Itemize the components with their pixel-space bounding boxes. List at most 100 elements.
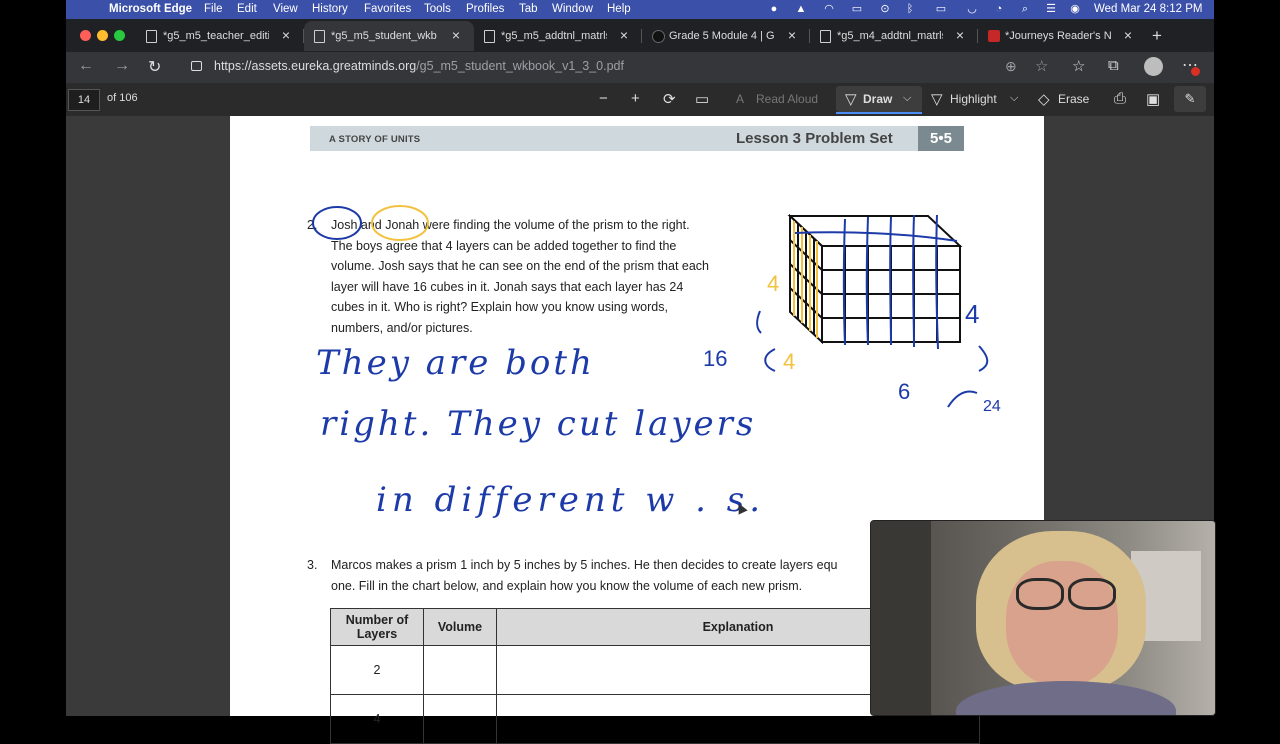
profile-avatar[interactable] <box>1144 57 1163 76</box>
webcam-doorframe <box>871 521 931 715</box>
control-center-icon[interactable]: ☰ <box>1045 3 1057 15</box>
tab-grade5-module4[interactable]: Grade 5 Module 4 | Great × <box>642 21 810 51</box>
close-icon[interactable]: × <box>452 27 460 43</box>
eraser-icon[interactable]: ◇ <box>1038 90 1050 108</box>
menu-tab[interactable]: Tab <box>519 3 538 15</box>
tab-title: *g5_m5_addtnl_matrls_v <box>501 30 607 42</box>
page-total: of 106 <box>107 92 138 104</box>
draw-pen-icon[interactable]: ▽ <box>845 90 857 108</box>
tab-journeys-notes[interactable]: *Journeys Reader's Note × <box>978 21 1146 51</box>
lesson-badge: 5•5 <box>918 126 964 151</box>
search-icon[interactable]: ⌕ <box>1019 3 1031 15</box>
q2-line: cubes in it. Who is right? Explain how y… <box>331 300 668 315</box>
document-icon <box>314 30 325 43</box>
airdrop-icon[interactable]: ◠ <box>823 3 835 15</box>
close-icon[interactable]: × <box>788 27 796 43</box>
new-tab-button[interactable]: + <box>1152 26 1162 46</box>
col-number-of-layers: Number of Layers <box>330 608 424 646</box>
tab-title: Grade 5 Module 4 | Great <box>669 30 775 42</box>
notification-badge <box>1191 67 1200 76</box>
refresh-icon[interactable]: ↻ <box>148 57 161 77</box>
favorites-bar-icon[interactable]: ☆ <box>1072 57 1085 75</box>
screen-mirror-icon[interactable]: ▭ <box>851 3 863 15</box>
menu-window[interactable]: Window <box>552 3 593 15</box>
play-icon[interactable]: ⊙ <box>879 3 891 15</box>
name-circle-annotations <box>312 205 429 241</box>
jonah-circle <box>371 205 429 241</box>
tab-teacher-edition[interactable]: *g5_m5_teacher_edition × <box>136 21 304 51</box>
draw-chevron-down-icon[interactable]: ⌵ <box>903 92 911 105</box>
draw-button[interactable]: Draw <box>863 92 892 106</box>
wifi-icon[interactable]: ◡ <box>966 3 978 15</box>
read-aloud-button[interactable]: Read Aloud <box>756 92 818 106</box>
lesson-header: A STORY OF UNITS Lesson 3 Problem Set 5•… <box>310 126 964 151</box>
url-field[interactable]: https://assets.eureka.greatminds.org/g5_… <box>214 59 624 73</box>
siri-icon[interactable]: ◉ <box>1069 3 1081 15</box>
close-icon[interactable]: × <box>282 27 290 43</box>
tab-addtnl-matrls-m5[interactable]: *g5_m5_addtnl_matrls_v × <box>474 21 642 51</box>
prism-label-bottom-right: 24 <box>983 398 1001 415</box>
rotate-icon[interactable]: ⟳ <box>663 90 676 108</box>
pin-toolbar-icon[interactable]: ✎ <box>1174 86 1206 112</box>
menu-history[interactable]: History <box>312 3 348 15</box>
print-icon[interactable]: ⎙ <box>1114 90 1126 107</box>
document-icon <box>146 30 157 43</box>
menu-tools[interactable]: Tools <box>424 3 451 15</box>
menu-app-name[interactable]: Microsoft Edge <box>109 3 192 15</box>
menu-view[interactable]: View <box>273 3 298 15</box>
zoom-out-icon[interactable]: − <box>599 90 608 107</box>
draw-active-indicator <box>836 112 922 114</box>
favorite-star-icon[interactable]: ☆ <box>1035 57 1048 75</box>
lesson-title: Lesson 3 Problem Set <box>736 130 893 147</box>
menu-profiles[interactable]: Profiles <box>466 3 504 15</box>
document-icon <box>820 30 831 43</box>
close-icon[interactable]: × <box>620 27 628 43</box>
close-icon[interactable]: × <box>1124 27 1132 43</box>
menu-edit[interactable]: Edit <box>237 3 257 15</box>
bluetooth-icon[interactable]: ᛒ <box>904 3 916 15</box>
highlight-button[interactable]: Highlight <box>950 92 997 106</box>
battery-icon[interactable]: ▭ <box>932 3 950 15</box>
prism-label-bottom: 6 <box>898 379 910 404</box>
handwriting-line-1: They are both <box>316 343 595 383</box>
pdf-icon <box>988 30 1000 42</box>
highlight-pen-icon[interactable]: ▽ <box>931 90 943 108</box>
vlc-cone-icon[interactable]: ▲ <box>795 3 807 15</box>
tab-student-wkbook[interactable]: *g5_m5_student_wkbook × <box>304 21 474 51</box>
url-host: https://assets.eureka.greatminds.org <box>214 59 417 73</box>
collections-icon[interactable]: ⧉ <box>1108 57 1119 74</box>
zoom-icon[interactable]: ⊕ <box>1005 58 1017 75</box>
window-close-button[interactable] <box>80 30 91 41</box>
window-minimize-button[interactable] <box>97 30 108 41</box>
table-cell: 4 <box>330 694 424 744</box>
tab-addtnl-matrls-m4[interactable]: *g5_m4_addtnl_matrls_v × <box>810 21 978 51</box>
page-view-icon[interactable]: ▭ <box>695 90 709 108</box>
menubar-clock[interactable]: Wed Mar 24 8:12 PM <box>1094 3 1202 15</box>
menu-favorites[interactable]: Favorites <box>364 3 411 15</box>
save-icon[interactable]: ▣ <box>1146 90 1160 108</box>
q2-line: volume. Josh says that he can see on the… <box>331 259 710 274</box>
close-icon[interactable]: × <box>956 27 964 43</box>
prism-label-left-top: 4 <box>767 271 779 296</box>
zoom-in-icon[interactable]: + <box>631 90 640 107</box>
mac-menubar: Microsoft Edge File Edit View History Fa… <box>66 0 1214 19</box>
webcam-overlay[interactable] <box>870 520 1216 716</box>
tab-bar: *g5_m5_teacher_edition × *g5_m5_student_… <box>66 19 1214 52</box>
read-aloud-icon[interactable]: A <box>736 92 744 106</box>
tab-title: *g5_m5_student_wkbook <box>331 30 437 42</box>
forward-arrow-icon[interactable]: → <box>114 57 130 75</box>
back-arrow-icon[interactable]: ← <box>78 57 94 75</box>
clock-icon[interactable]: ◔ <box>993 3 1005 15</box>
highlight-chevron-down-icon[interactable]: ⌵ <box>1010 92 1018 105</box>
erase-button[interactable]: Erase <box>1058 92 1089 106</box>
menu-file[interactable]: File <box>204 3 223 15</box>
document-icon <box>484 30 495 43</box>
record-status-icon[interactable]: ● <box>768 3 780 15</box>
lock-icon[interactable] <box>191 61 202 71</box>
window-zoom-button[interactable] <box>114 30 125 41</box>
page-number-input[interactable]: 14 <box>68 89 100 111</box>
prism-label-right: 4 <box>965 299 979 329</box>
table-cell <box>423 694 497 744</box>
tab-title: *g5_m5_teacher_edition <box>163 30 269 42</box>
menu-help[interactable]: Help <box>607 3 631 15</box>
